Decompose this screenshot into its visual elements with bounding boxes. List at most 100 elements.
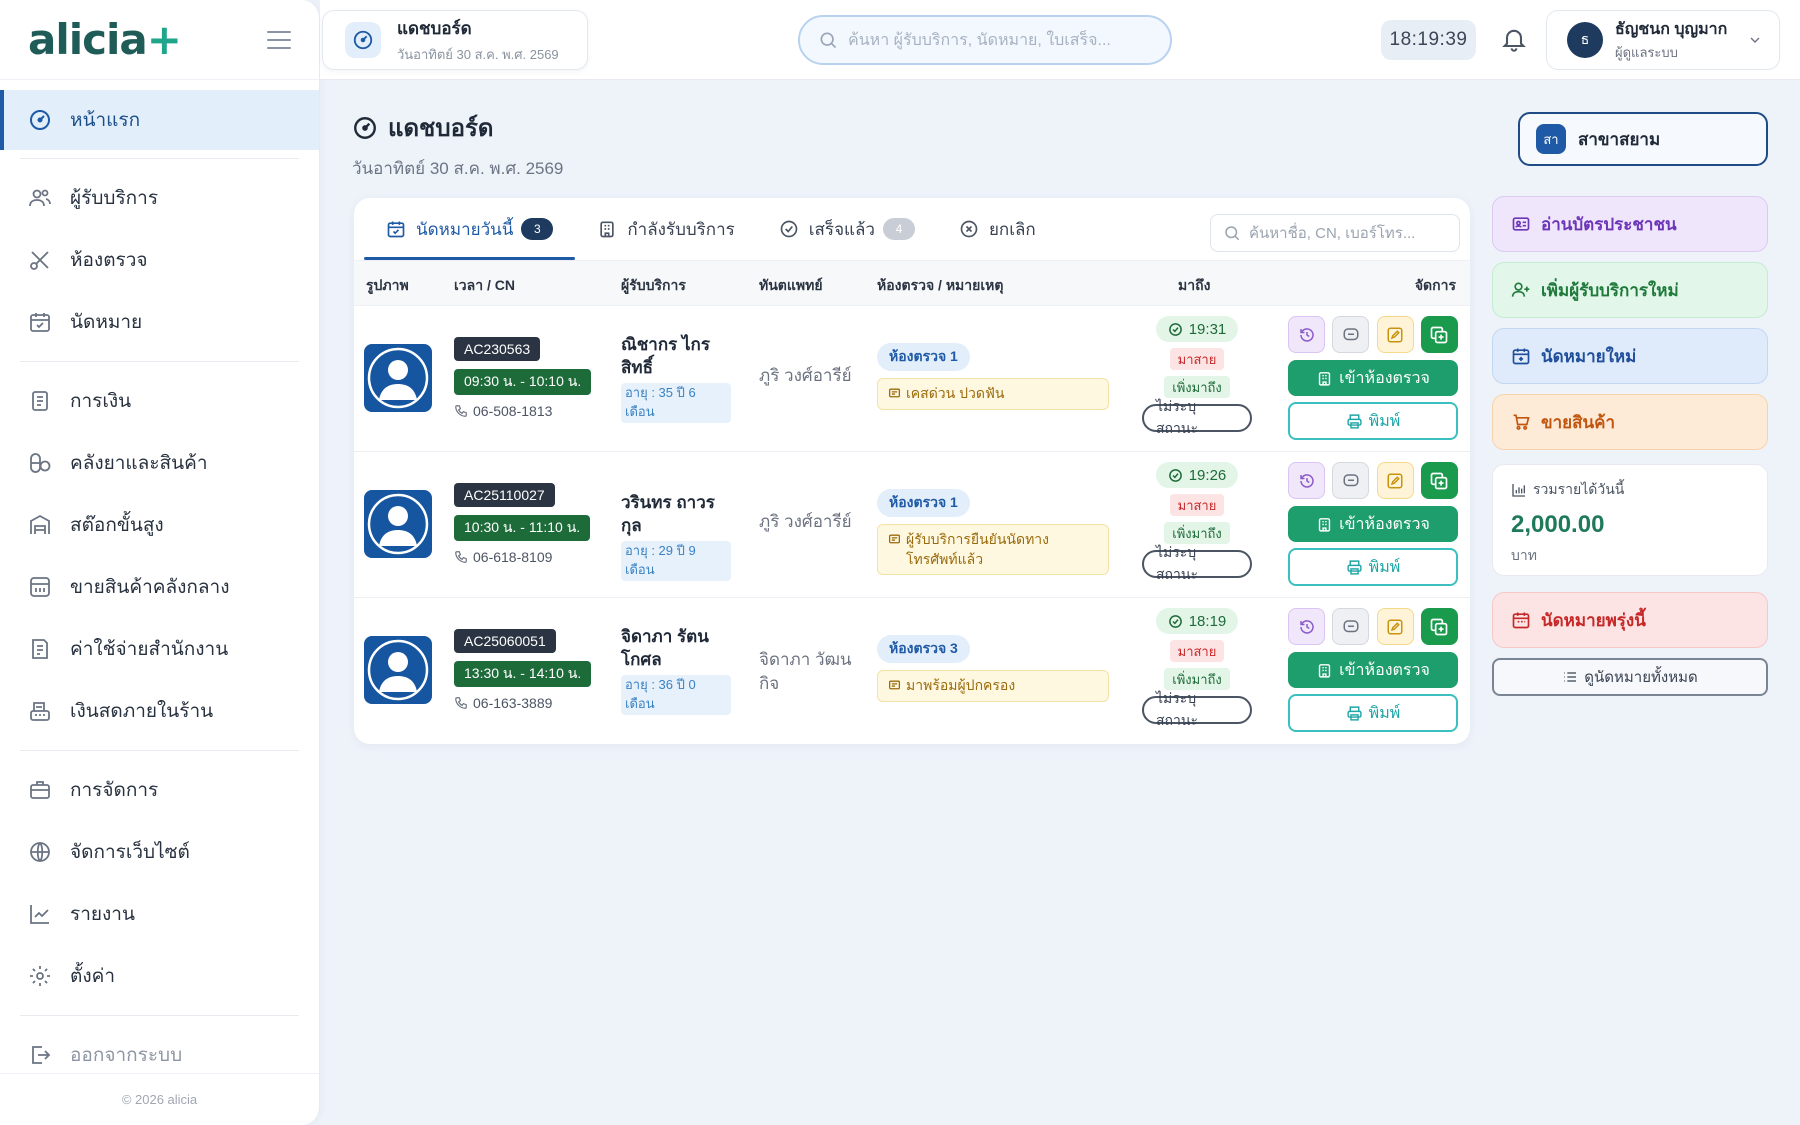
- menu-toggle-icon[interactable]: [267, 30, 291, 49]
- sidebar-item-finance[interactable]: การเงิน: [0, 370, 319, 432]
- patient-name[interactable]: จิดาภา รัตนโกศล อายุ : 36 ปี 0 เดือน: [621, 626, 731, 715]
- print-button[interactable]: พิมพ์: [1288, 694, 1458, 732]
- patient-name[interactable]: ณิชากร ไกรสิทธิ์ อายุ : 35 ปี 6 เดือน: [621, 334, 731, 423]
- cn-badge: AC25110027: [454, 483, 555, 507]
- status-select[interactable]: ไม่ระบุสถานะ: [1142, 690, 1252, 728]
- check-circle-icon: [1168, 468, 1182, 482]
- tab-today[interactable]: นัดหมายวันนี้ 3: [364, 198, 576, 260]
- phone-icon: [455, 551, 467, 563]
- brand-logo[interactable]: alicia+: [28, 15, 182, 64]
- user-plus-icon: [1511, 282, 1530, 297]
- sidebar-item-advanced-stock[interactable]: สต๊อกขั้นสูง: [0, 494, 319, 556]
- add-treatment-button[interactable]: [1420, 462, 1458, 499]
- divider: [20, 158, 299, 159]
- sidebar-item-website[interactable]: จัดการเว็บไซต์: [0, 821, 319, 883]
- column-header: เวลา / CN: [454, 277, 515, 293]
- history-button[interactable]: [1288, 462, 1325, 499]
- dentist-name: ภูริ วงศ์อารีย์: [759, 512, 852, 531]
- history-button[interactable]: [1288, 608, 1325, 645]
- chat-icon: [1343, 619, 1359, 632]
- new-appointment-button[interactable]: นัดหมายใหม่: [1492, 328, 1768, 384]
- time-badge: 13:30 น. - 14:10 น.: [454, 661, 592, 687]
- sidebar-item-exam-room[interactable]: ห้องตรวจ: [0, 229, 319, 291]
- sidebar-item-home[interactable]: หน้าแรก: [0, 90, 319, 150]
- divider: [20, 750, 299, 751]
- status-select[interactable]: ไม่ระบุสถานะ: [1142, 544, 1252, 582]
- button-label: นัดหมายพรุ่งนี้: [1541, 610, 1646, 630]
- time-badge: 10:30 น. - 11:10 น.: [454, 515, 591, 541]
- sidebar-item-inventory[interactable]: คลังยาและสินค้า: [0, 432, 319, 494]
- edit-button[interactable]: [1376, 462, 1414, 499]
- sidebar-item-office-expense[interactable]: ค่าใช้จ่ายสำนักงาน: [0, 618, 319, 680]
- sidebar-item-label: หน้าแรก: [70, 110, 141, 131]
- tomorrow-appointments-button[interactable]: นัดหมายพรุ่งนี้: [1492, 592, 1768, 648]
- history-icon: [1299, 473, 1314, 488]
- global-search-input[interactable]: ค้นหา ผู้รับบริการ, นัดหมาย, ใบเสร็จ...: [798, 15, 1172, 65]
- sidebar-item-clients[interactable]: ผู้รับบริการ: [0, 167, 319, 229]
- tab-in-service[interactable]: กำลังรับบริการ: [575, 198, 756, 260]
- sell-product-button[interactable]: ขายสินค้า: [1492, 394, 1768, 450]
- age-badge: อายุ : 35 ปี 6 เดือน: [621, 382, 731, 423]
- search-icon: [1225, 226, 1240, 241]
- add-treatment-button[interactable]: [1420, 608, 1458, 645]
- sidebar-item-central-sales[interactable]: ขายสินค้าคลังกลาง: [0, 556, 319, 618]
- table-search-input[interactable]: ค้นหาชื่อ, CN, เบอร์โทร...: [1210, 214, 1460, 252]
- history-button[interactable]: [1288, 316, 1325, 353]
- chat-icon: [1343, 327, 1359, 340]
- room-badge: ห้องตรวจ 3: [877, 635, 970, 663]
- edit-button[interactable]: [1376, 316, 1414, 353]
- chat-button[interactable]: [1332, 608, 1370, 645]
- print-button[interactable]: พิมพ์: [1288, 402, 1458, 440]
- sidebar-item-label: ตั้งค่า: [70, 966, 115, 987]
- enter-room-button[interactable]: เข้าห้องตรวจ: [1288, 506, 1458, 542]
- cn-badge: AC230563: [454, 337, 541, 361]
- sidebar-item-label: เงินสดภายในร้าน: [70, 701, 214, 722]
- phone-text: 06-508-1813: [473, 403, 553, 419]
- chat-button[interactable]: [1332, 316, 1370, 353]
- search-placeholder: ค้นหา ผู้รับบริการ, นัดหมาย, ใบเสร็จ...: [848, 31, 1111, 49]
- sidebar-item-settings[interactable]: ตั้งค่า: [0, 945, 319, 1007]
- add-treatment-button[interactable]: [1420, 316, 1458, 353]
- tab-cancelled[interactable]: ยกเลิก: [937, 198, 1058, 260]
- calendar-icon: [1512, 612, 1530, 629]
- row-actions: เข้าห้องตรวจ พิมพ์: [1288, 608, 1458, 732]
- just-arrived-badge: เพิ่งมาถึง: [1164, 668, 1230, 690]
- check-circle-icon: [780, 220, 798, 238]
- page-title: แดชบอร์ด: [352, 108, 563, 147]
- branch-name: สาขาสยาม: [1578, 129, 1661, 149]
- sidebar-item-management[interactable]: การจัดการ: [0, 759, 319, 821]
- chat-button[interactable]: [1332, 462, 1370, 499]
- edit-button[interactable]: [1376, 608, 1414, 645]
- branch-selector-button[interactable]: สา สาขาสยาม: [1518, 112, 1768, 166]
- sidebar-item-appointments[interactable]: นัดหมาย: [0, 291, 319, 353]
- patient-name[interactable]: วรินทร ถาวรกุล อายุ : 29 ปี 9 เดือน: [621, 492, 731, 581]
- calendar-plus-icon: [1512, 348, 1530, 365]
- add-patient-button[interactable]: เพิ่มผู้รับบริการใหม่: [1492, 262, 1768, 318]
- tab-completed[interactable]: เสร็จแล้ว 4: [757, 198, 937, 260]
- table-header: รูปภาพ เวลา / CN ผู้รับบริการ ทันตแพทย์ …: [354, 260, 1470, 306]
- status-select[interactable]: ไม่ระบุสถานะ: [1142, 398, 1252, 436]
- x-circle-icon: [960, 220, 978, 238]
- user-name: ธัญชนก บุญมาก: [1615, 21, 1728, 38]
- late-badge: มาสาย: [1169, 640, 1225, 662]
- enter-room-button[interactable]: เข้าห้องตรวจ: [1288, 652, 1458, 688]
- sidebar-item-cash[interactable]: เงินสดภายในร้าน: [0, 680, 319, 742]
- sidebar-item-reports[interactable]: รายงาน: [0, 883, 319, 945]
- user-menu[interactable]: ธ ธัญชนก บุญมาก ผู้ดูแลระบบ: [1546, 10, 1780, 70]
- enter-room-button[interactable]: เข้าห้องตรวจ: [1288, 360, 1458, 396]
- table-row: AC25060051 13:30 น. - 14:10 น. 06-163-38…: [354, 598, 1470, 744]
- tab-count-badge: 3: [521, 218, 554, 240]
- current-page-chip[interactable]: แดชบอร์ด วันอาทิตย์ 30 ส.ค. พ.ศ. 2569: [322, 10, 588, 70]
- print-button[interactable]: พิมพ์: [1288, 548, 1458, 586]
- branch-badge: สา: [1536, 124, 1566, 154]
- read-id-card-button[interactable]: อ่านบัตรประชาชน: [1492, 196, 1768, 252]
- view-all-appointments-button[interactable]: ดูนัดหมายทั้งหมด: [1492, 658, 1768, 696]
- bell-icon[interactable]: [1500, 24, 1528, 54]
- tab-label: ยกเลิก: [988, 219, 1036, 239]
- room-badge: ห้องตรวจ 1: [877, 343, 970, 371]
- note-box: เคสด่วน ปวดฟัน: [877, 378, 1109, 410]
- comment-icon: [888, 388, 901, 398]
- building-icon: [1318, 517, 1331, 532]
- button-label: นัดหมายใหม่: [1541, 346, 1637, 366]
- column-header: รูปภาพ: [366, 277, 409, 293]
